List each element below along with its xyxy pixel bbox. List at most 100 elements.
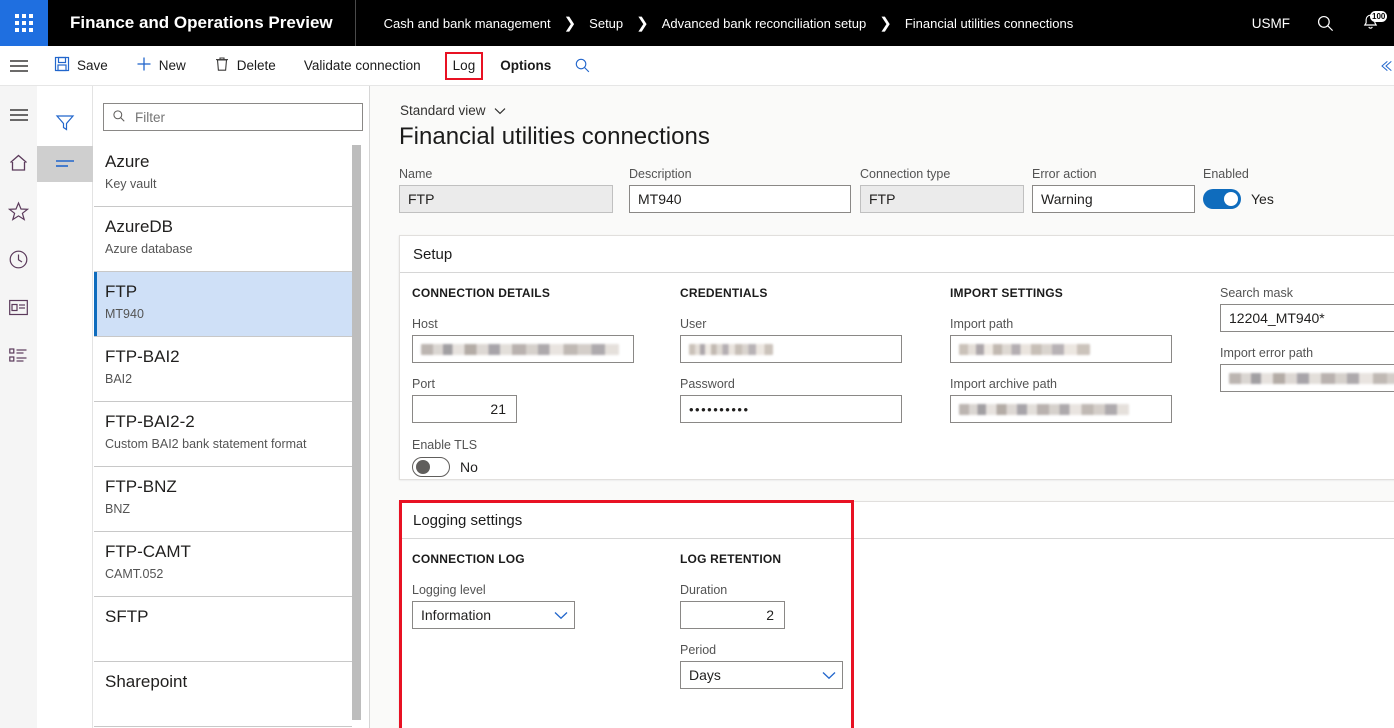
list-item-title: AzureDB <box>105 216 356 238</box>
bell-icon[interactable]: 100 <box>1361 13 1380 33</box>
top-bar-actions: USMF 100 <box>1252 0 1394 46</box>
logging-settings-card: Logging settings CONNECTION LOG Logging … <box>399 501 1394 728</box>
host-field[interactable] <box>412 335 634 363</box>
error-action-field-group: Error action Warning <box>1032 167 1195 213</box>
import-archive-path-value-redacted <box>959 404 1129 415</box>
search-icon[interactable] <box>1316 14 1335 33</box>
enable-tls-toggle[interactable] <box>412 457 450 477</box>
new-button[interactable]: New <box>125 52 197 80</box>
validate-connection-button[interactable]: Validate connection <box>293 52 432 80</box>
setup-card: Setup CONNECTION DETAILS Host Port 21 En… <box>399 235 1394 480</box>
list-item[interactable]: FTP-BAI2 BAI2 <box>94 337 356 402</box>
host-label: Host <box>412 317 634 331</box>
breadcrumb-item-2[interactable]: Setup <box>589 16 623 31</box>
import-settings-title: IMPORT SETTINGS <box>950 286 1172 300</box>
modules-list-icon[interactable] <box>6 342 32 368</box>
list-item-subtitle: BAI2 <box>105 370 356 388</box>
import-settings-secondary-group: Search mask 12204_MT940* Import error pa… <box>1220 286 1394 392</box>
breadcrumb-item-1[interactable]: Cash and bank management <box>384 16 551 31</box>
import-archive-path-field[interactable] <box>950 395 1172 423</box>
filter-input[interactable] <box>133 109 343 126</box>
log-retention-title: LOG RETENTION <box>680 552 843 566</box>
workspace-icon[interactable] <box>6 294 32 320</box>
list-item-title: FTP-BNZ <box>105 476 356 498</box>
name-field[interactable]: FTP <box>399 185 613 213</box>
breadcrumb-item-4[interactable]: Financial utilities connections <box>905 16 1073 31</box>
list-item-subtitle: BNZ <box>105 500 356 518</box>
clock-icon[interactable] <box>6 246 32 272</box>
breadcrumb-item-3[interactable]: Advanced bank reconciliation setup <box>662 16 867 31</box>
logging-level-select[interactable]: Information <box>412 601 575 629</box>
error-action-label: Error action <box>1032 167 1195 181</box>
list-item-title: FTP-BAI2-2 <box>105 411 356 433</box>
list-item-title: FTP-BAI2 <box>105 346 356 368</box>
log-button[interactable]: Log <box>445 52 484 80</box>
delete-label: Delete <box>237 58 276 73</box>
connection-type-label: Connection type <box>860 167 1024 181</box>
list-item[interactable]: Azure Key vault <box>94 142 356 207</box>
delete-button[interactable]: Delete <box>203 52 287 80</box>
password-field[interactable]: •••••••••• <box>680 395 902 423</box>
enabled-toggle[interactable] <box>1203 189 1241 209</box>
view-selector-label: Standard view <box>400 103 486 118</box>
port-field-group: Port 21 <box>412 377 634 423</box>
enabled-label: Enabled <box>1203 167 1274 181</box>
company-selector[interactable]: USMF <box>1252 16 1290 31</box>
connection-type-field[interactable]: FTP <box>860 185 1024 213</box>
sort-lines-icon[interactable] <box>37 146 93 182</box>
trash-icon <box>214 56 230 75</box>
funnel-icon[interactable] <box>37 104 93 140</box>
app-launcher-icon[interactable] <box>0 0 48 46</box>
list-item[interactable]: FTP-BNZ BNZ <box>94 467 356 532</box>
list-item[interactable]: SFTP <box>94 597 356 662</box>
chevron-right-icon: ❯ <box>879 14 892 32</box>
filter-input-wrapper[interactable] <box>103 103 363 131</box>
period-select[interactable]: Days <box>680 661 843 689</box>
list-item[interactable]: FTP-BAI2-2 Custom BAI2 bank statement fo… <box>94 402 356 467</box>
list-item[interactable]: FTP-CAMT CAMT.052 <box>94 532 356 597</box>
hamburger-icon[interactable] <box>6 102 32 128</box>
connection-details-group: CONNECTION DETAILS Host Port 21 Enable T… <box>412 286 634 478</box>
description-field[interactable]: MT940 <box>629 185 851 213</box>
logging-settings-card-header[interactable]: Logging settings <box>400 502 1394 539</box>
validate-connection-label: Validate connection <box>304 58 421 73</box>
list-item-selected[interactable]: FTP MT940 <box>94 272 356 337</box>
list-item[interactable]: AzureDB Azure database <box>94 207 356 272</box>
host-value-redacted <box>421 344 619 355</box>
period-field-group: Period Days <box>680 643 843 689</box>
top-navigation-bar: Finance and Operations Preview Cash and … <box>0 0 1394 46</box>
enable-tls-value: No <box>460 459 478 475</box>
setup-card-header[interactable]: Setup <box>400 236 1394 273</box>
port-field[interactable]: 21 <box>412 395 517 423</box>
import-path-field-group: Import path <box>950 317 1172 363</box>
hamburger-icon[interactable] <box>0 46 37 86</box>
password-field-group: Password •••••••••• <box>680 377 902 423</box>
duration-field-group: Duration 2 <box>680 583 843 629</box>
search-icon[interactable] <box>574 57 591 74</box>
chevron-down-icon <box>822 667 836 683</box>
save-button[interactable]: Save <box>43 52 119 80</box>
options-button[interactable]: Options <box>489 52 562 80</box>
logging-level-field-group: Logging level Information <box>412 583 575 629</box>
error-action-field[interactable]: Warning <box>1032 185 1195 213</box>
import-path-field[interactable] <box>950 335 1172 363</box>
view-selector[interactable]: Standard view <box>400 103 506 118</box>
home-icon[interactable] <box>6 150 32 176</box>
user-field[interactable] <box>680 335 902 363</box>
import-error-path-field[interactable] <box>1220 364 1394 392</box>
enable-tls-label: Enable TLS <box>412 438 634 452</box>
list-item[interactable]: Sharepoint <box>94 662 356 727</box>
page-title: Financial utilities connections <box>399 123 710 151</box>
star-icon[interactable] <box>6 198 32 224</box>
period-value: Days <box>689 667 721 683</box>
list-item-title: Azure <box>105 151 356 173</box>
attachments-icon[interactable] <box>1378 57 1394 75</box>
period-label: Period <box>680 643 843 657</box>
description-label: Description <box>629 167 851 181</box>
list-toolstrip <box>37 86 93 728</box>
log-retention-group: LOG RETENTION Duration 2 Period Days <box>680 552 843 689</box>
search-mask-field[interactable]: 12204_MT940* <box>1220 304 1394 332</box>
duration-field[interactable]: 2 <box>680 601 785 629</box>
list-item-subtitle: Custom BAI2 bank statement format <box>105 435 356 453</box>
list-scrollbar-thumb[interactable] <box>352 145 361 720</box>
